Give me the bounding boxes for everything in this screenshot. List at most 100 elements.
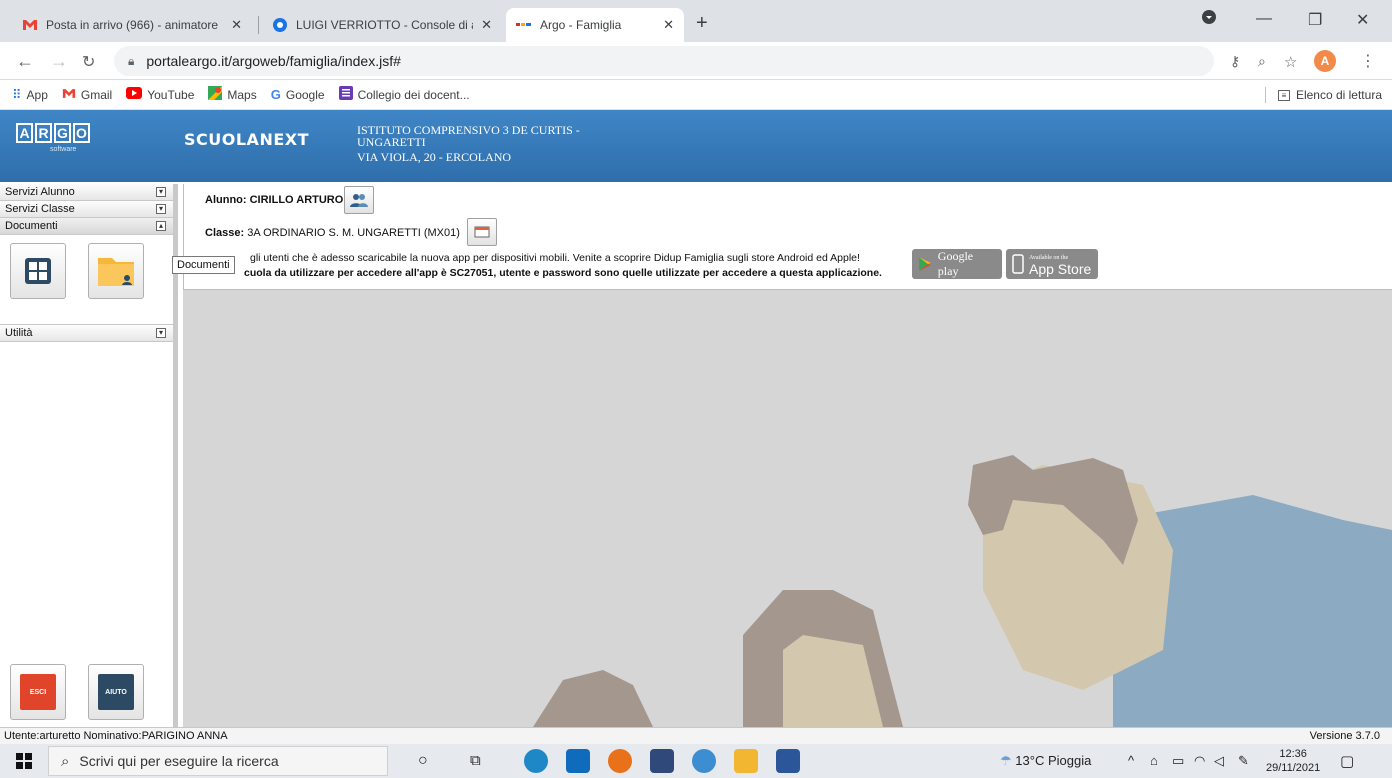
sidebar-item-utilita[interactable]: Utilità ▾ <box>0 325 173 342</box>
app-store-label: App Store <box>1029 261 1092 277</box>
bookmark-youtube[interactable]: YouTube <box>126 87 194 102</box>
alunno-label: Alunno: <box>205 194 247 206</box>
sidebar-item-documenti[interactable]: Documenti ▴ <box>0 218 173 235</box>
documenti-panel <box>0 235 173 325</box>
close-tab-icon[interactable]: ✕ <box>481 17 492 33</box>
forms-icon <box>338 86 353 103</box>
gmail-icon <box>22 17 38 33</box>
volume-icon[interactable]: ◁ <box>1214 753 1224 769</box>
exit-button[interactable]: ESCI <box>10 664 66 720</box>
windows-start-icon[interactable] <box>16 753 32 772</box>
close-tab-icon[interactable]: ✕ <box>663 17 674 33</box>
tab-title: LUIGI VERRIOTTO - Console di am <box>296 18 474 32</box>
task-view-icon[interactable]: ⧉ <box>470 752 481 769</box>
main-content-area <box>183 290 1392 727</box>
user-info: Utente:arturetto Nominativo:PARIGINO ANN… <box>4 730 228 742</box>
bookmark-google[interactable]: G Google <box>271 87 325 102</box>
help-button[interactable]: AIUTO <box>88 664 144 720</box>
tray-chevron-icon[interactable]: ^ <box>1128 753 1134 768</box>
restore-icon[interactable]: ❐ <box>1308 10 1322 30</box>
tab-title: Argo - Famiglia <box>540 18 622 32</box>
windows-taskbar: ⌕ Scrivi qui per eseguire la ricerca ○ ⧉… <box>0 744 1392 778</box>
sidebar-item-label: Documenti <box>5 220 58 232</box>
console-icon <box>272 17 288 33</box>
bookmark-gmail[interactable]: Gmail <box>62 87 112 102</box>
pen-icon[interactable]: ✎ <box>1238 753 1249 769</box>
expand-icon[interactable]: ▾ <box>156 187 166 197</box>
tab-argo[interactable]: Argo - Famiglia ✕ <box>506 8 684 42</box>
notifications-icon[interactable]: ▢ <box>1340 752 1354 770</box>
google-play-badge[interactable]: Google play <box>912 249 1002 279</box>
close-window-icon[interactable]: ✕ <box>1356 10 1369 30</box>
bacheca-button[interactable] <box>10 243 66 299</box>
class-details-button[interactable] <box>467 218 497 246</box>
app-header: A R G O software SCUOLANEXT ISTITUTO COM… <box>0 110 1392 182</box>
bookmark-app[interactable]: ⠿ App <box>12 87 48 103</box>
divider <box>1264 87 1266 103</box>
tab-console[interactable]: LUIGI VERRIOTTO - Console di am ✕ <box>262 8 502 42</box>
tooltip: Documenti <box>172 256 235 274</box>
reading-list-button[interactable]: ≡ Elenco di lettura <box>1264 87 1382 103</box>
logo-letter: O <box>73 123 90 143</box>
gmail-icon <box>62 87 76 102</box>
product-name: SCUOLANEXT <box>184 130 310 149</box>
cortana-icon[interactable]: ○ <box>418 752 428 770</box>
search-icon: ⌕ <box>61 752 70 770</box>
battery-icon[interactable]: ▭ <box>1172 753 1184 769</box>
minimize-icon[interactable]: — <box>1256 10 1272 28</box>
forward-icon[interactable]: → <box>50 51 68 72</box>
student-info-panel: Alunno: CIRILLO ARTURO Classe: 3A ORDINA… <box>183 184 1392 290</box>
exit-label: ESCI <box>20 674 56 710</box>
reload-icon[interactable]: ↻ <box>82 52 95 72</box>
explorer-icon[interactable] <box>734 749 758 773</box>
wifi-icon[interactable]: ◠ <box>1194 753 1205 769</box>
status-bar: Utente:arturetto Nominativo:PARIGINO ANN… <box>0 727 1392 744</box>
documenti-folder-button[interactable] <box>88 243 144 299</box>
collapse-icon[interactable]: ▴ <box>156 221 166 231</box>
avatar[interactable]: A <box>1314 50 1336 72</box>
tab-separator <box>258 16 259 34</box>
weather-widget[interactable]: ☂ 13°C Pioggia <box>1000 753 1091 769</box>
sidebar-item-servizi-alunno[interactable]: Servizi Alunno ▾ <box>0 184 173 201</box>
app-store-text: Available on the App Store <box>1029 253 1092 277</box>
clock[interactable]: 12:36 29/11/2021 <box>1266 747 1320 775</box>
app-store-badge[interactable]: Available on the App Store <box>1006 249 1098 279</box>
omnibox[interactable]: 🔒︎ portaleargo.it/argoweb/famiglia/index… <box>114 46 1214 76</box>
apps-grid-icon: ⠿ <box>12 86 22 102</box>
bookmark-maps[interactable]: Maps <box>208 86 257 103</box>
edge-icon[interactable] <box>524 749 548 773</box>
google-play-label: Google play <box>937 249 974 278</box>
new-tab-button[interactable]: + <box>696 12 708 35</box>
expand-icon[interactable]: ▾ <box>156 328 166 338</box>
taskbar-search-input[interactable]: ⌕ Scrivi qui per eseguire la ricerca <box>48 746 388 776</box>
version-label: Versione 3.7.0 <box>1309 730 1380 742</box>
tab-gmail[interactable]: Posta in arrivo (966) - animatore ✕ <box>12 8 252 42</box>
word-icon[interactable] <box>776 749 800 773</box>
logo-letter: A <box>16 123 33 143</box>
photos-icon[interactable] <box>650 749 674 773</box>
bookmark-collegio[interactable]: Collegio dei docent... <box>338 86 470 103</box>
chrome-profile-icon[interactable] <box>692 749 716 773</box>
menu-kebab-icon[interactable]: ⋮ <box>1360 51 1376 71</box>
sidebar-item-servizi-classe[interactable]: Servizi Classe ▾ <box>0 201 173 218</box>
google-play-icon <box>918 257 931 271</box>
sidebar-item-label: Servizi Classe <box>5 203 75 215</box>
maps-icon <box>208 86 223 103</box>
network-icon[interactable]: ⌂ <box>1150 753 1158 768</box>
star-icon[interactable]: ☆ <box>1284 53 1297 71</box>
key-icon[interactable]: ⚷ <box>1230 53 1240 70</box>
zoom-icon[interactable]: ⌕ <box>1258 53 1266 70</box>
alunno-value: CIRILLO ARTURO <box>249 194 344 206</box>
sidebar-item-label: Servizi Alunno <box>5 186 75 198</box>
expand-icon[interactable]: ▾ <box>156 204 166 214</box>
chrome-orange-icon[interactable] <box>608 749 632 773</box>
back-icon[interactable]: ← <box>16 51 34 72</box>
search-placeholder: Scrivi qui per eseguire la ricerca <box>79 753 279 769</box>
clock-date: 29/11/2021 <box>1266 762 1321 774</box>
profile-menu-icon[interactable] <box>1202 10 1216 29</box>
change-student-button[interactable] <box>344 186 374 214</box>
close-tab-icon[interactable]: ✕ <box>231 17 242 33</box>
browser-tab-bar: Posta in arrivo (966) - animatore ✕ LUIG… <box>0 0 1392 42</box>
youtube-icon <box>126 87 143 102</box>
mail-icon[interactable] <box>566 749 590 773</box>
